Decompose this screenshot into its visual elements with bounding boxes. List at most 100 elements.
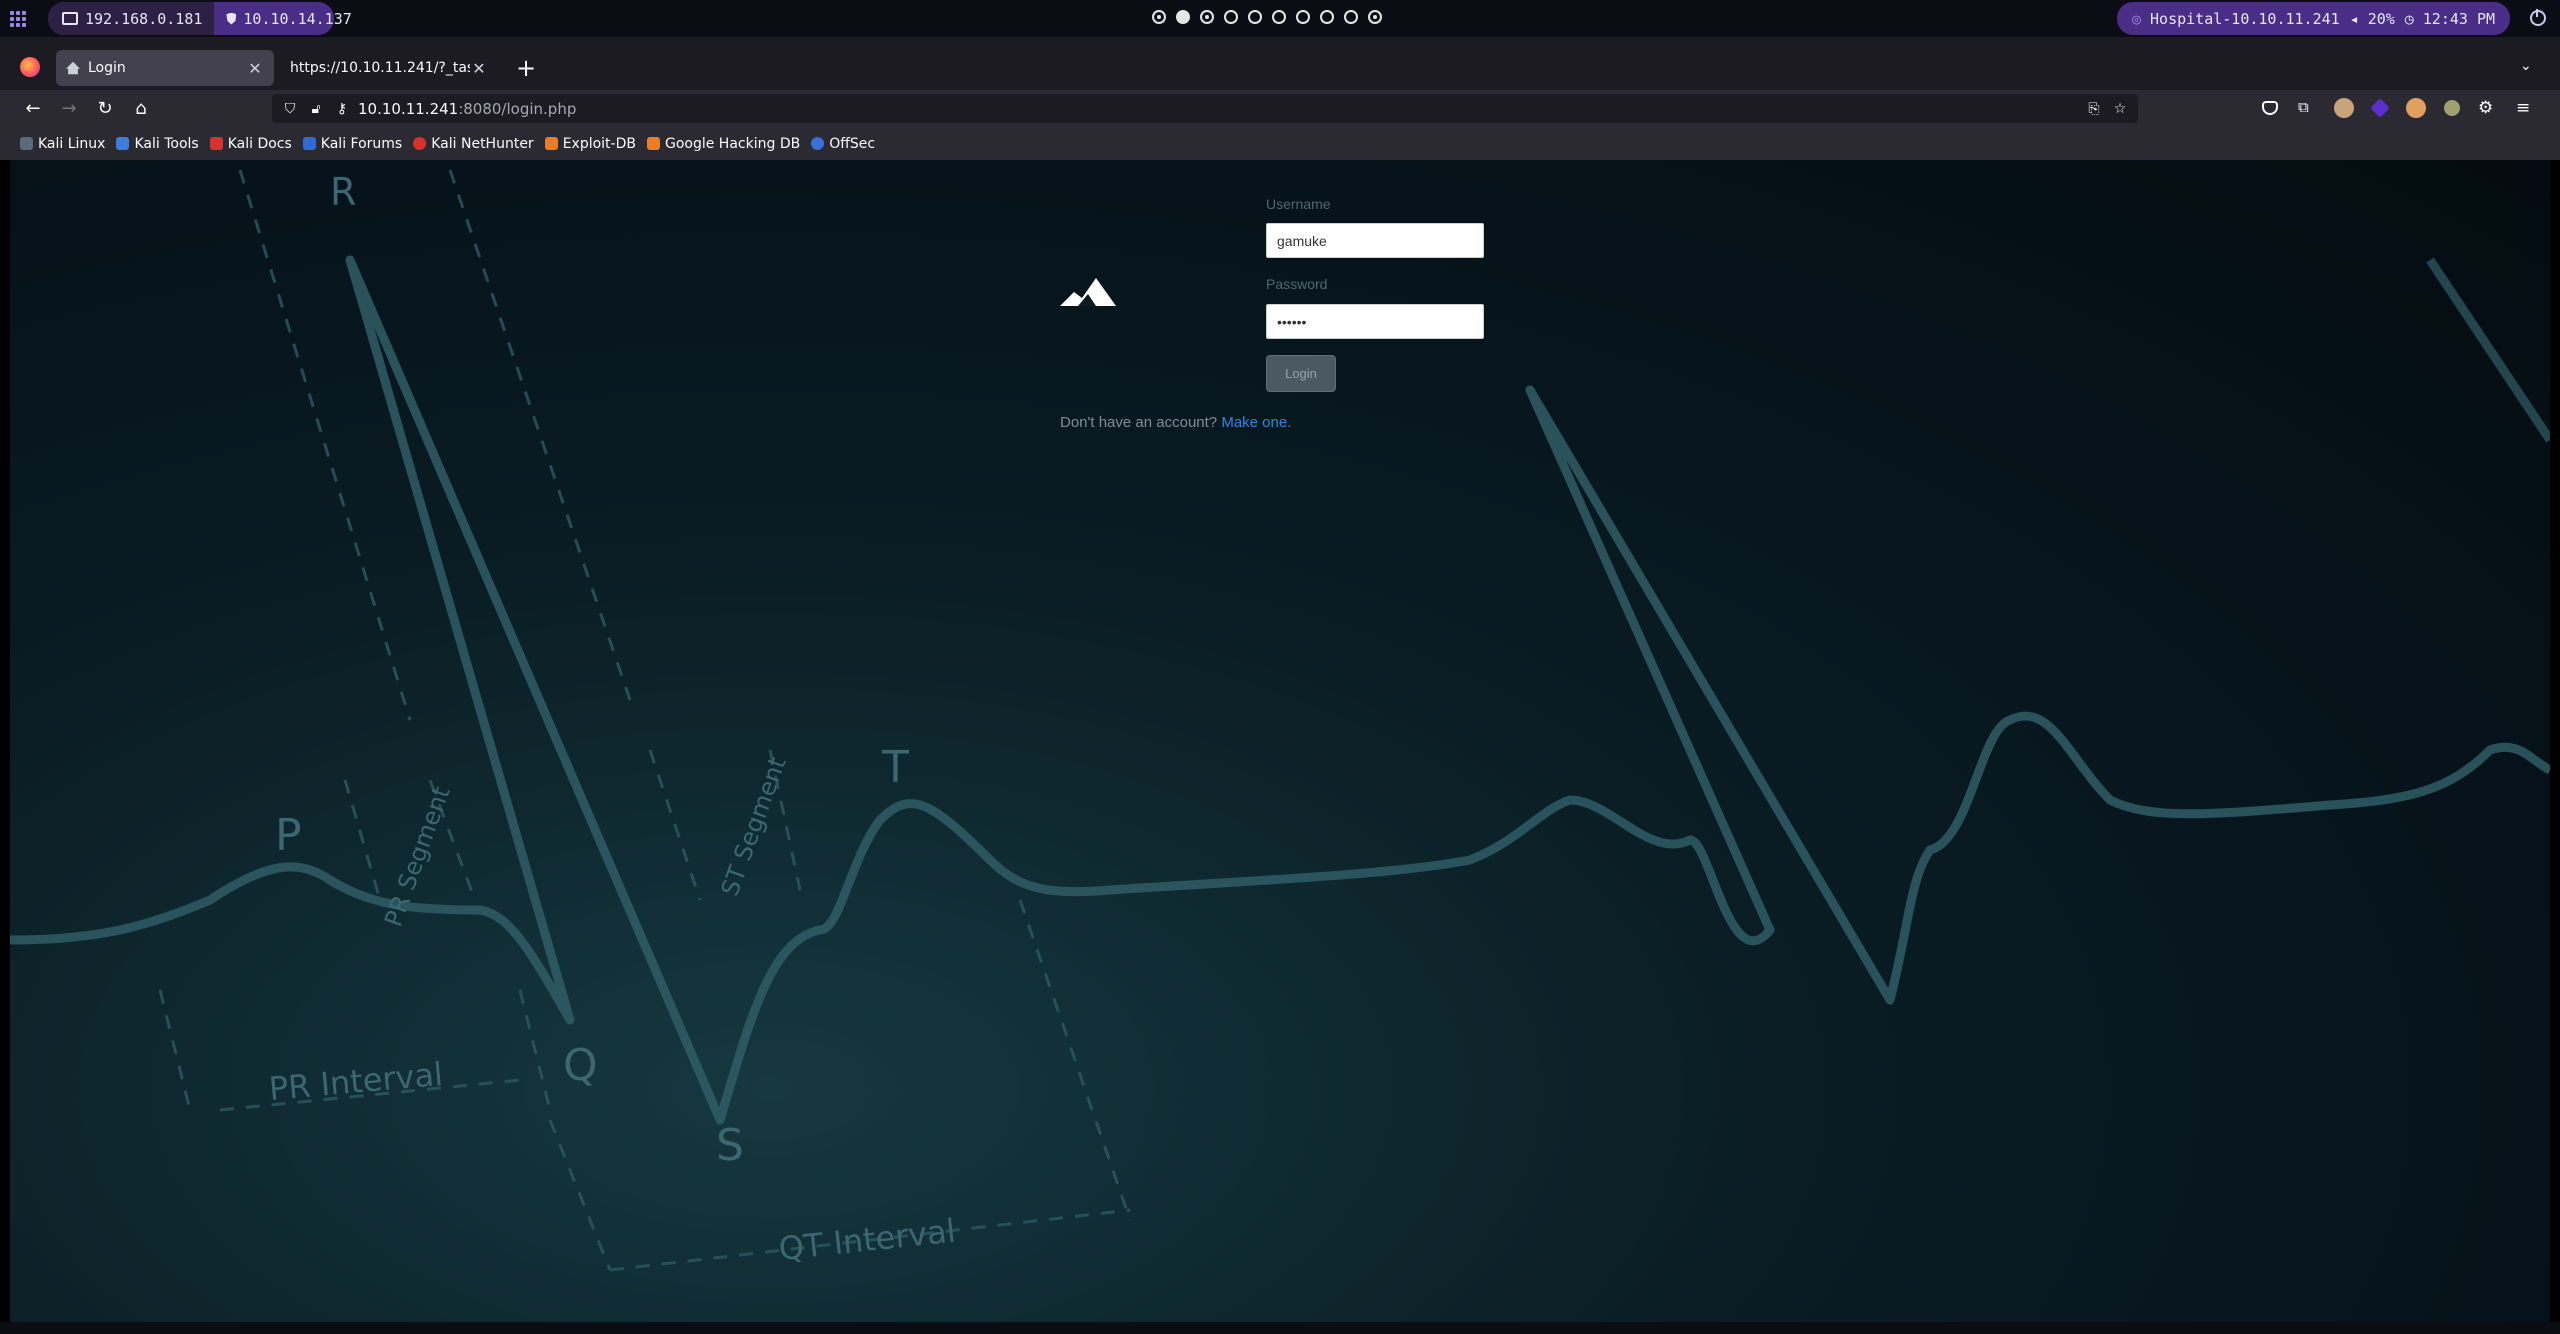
target-status: ◎ Hospital-10.10.11.241 [2132, 10, 2340, 28]
login-button[interactable]: Login [1266, 355, 1336, 392]
back-button[interactable]: ← [20, 96, 46, 122]
bookmark-label: Kali Forums [320, 135, 403, 152]
bookmark-label: Google Hacking DB [664, 135, 801, 152]
bookmark-kali-tools[interactable]: Kali Tools [116, 135, 199, 152]
hamburger-menu-icon[interactable]: ≡ [2516, 98, 2536, 118]
workspace-indicators[interactable] [1152, 10, 1382, 28]
home-button[interactable]: ⌂ [128, 96, 154, 122]
tracking-protection-icon[interactable]: ⛉ [282, 101, 298, 117]
bookmark-label: Exploit-DB [562, 135, 636, 152]
extensions-icon[interactable]: ⧉ [2298, 98, 2318, 118]
home-favicon-icon [66, 61, 80, 75]
bookmark-label: Kali NetHunter [431, 135, 534, 152]
clock-text: 12:43 PM [2422, 9, 2496, 28]
translate-icon[interactable]: ⎘ [2086, 101, 2102, 117]
bookmark-label: OffSec [829, 135, 876, 152]
ecg-label-st-segment: ST Segment [716, 753, 792, 899]
key-icon[interactable]: ⚷ [334, 101, 350, 117]
workspace-7[interactable] [1296, 10, 1310, 24]
clock-icon: ◷ [2404, 9, 2414, 28]
kali-forums-icon [302, 137, 316, 150]
bookmark-kali-forums[interactable]: Kali Forums [302, 135, 403, 152]
volume-status[interactable]: ◂ 20% [2350, 10, 2395, 28]
url-path: :8080/login.php [458, 99, 577, 118]
extension-wappalyzer-icon[interactable] [2444, 100, 2460, 116]
kali-dragon-icon [20, 137, 33, 150]
close-tab-icon[interactable]: ✕ [246, 59, 264, 78]
local-ip-text: 192.168.0.181 [85, 9, 203, 28]
monitor-icon [62, 12, 78, 25]
firefox-view-icon[interactable] [20, 57, 40, 77]
workspace-8[interactable] [1320, 10, 1334, 24]
network-pill: 192.168.0.181 10.10.14.137 [48, 2, 352, 35]
vpn-ip: 10.10.14.137 [214, 2, 363, 35]
bookmark-star-icon[interactable]: ☆ [2112, 101, 2128, 117]
username-label: Username [1266, 196, 1331, 212]
ecg-label-s: S [716, 1120, 744, 1171]
kali-docs-icon [209, 137, 223, 150]
ecg-label-t: T [881, 742, 909, 793]
vpn-ip-text: 10.10.14.137 [243, 9, 352, 28]
workspace-9[interactable] [1344, 10, 1358, 24]
ghdb-icon [646, 137, 660, 150]
local-ip: 192.168.0.181 [48, 2, 215, 35]
extension-face-icon[interactable] [2334, 98, 2354, 118]
tab-title: https://10.10.11.241/?_task=lo [290, 60, 470, 76]
extension-cookie-icon[interactable] [2406, 98, 2426, 118]
bookmarks-toolbar: Kali Linux Kali Tools Kali Docs Kali For… [0, 127, 2560, 160]
signup-prompt: Don't have an account? Make one. [1060, 414, 1291, 431]
new-tab-button[interactable]: + [512, 54, 540, 82]
workspace-10[interactable] [1368, 10, 1382, 24]
bookmark-exploit-db[interactable]: Exploit-DB [544, 135, 636, 152]
signup-link[interactable]: Make one. [1221, 414, 1291, 431]
workspace-3[interactable] [1200, 10, 1214, 24]
offsec-icon [811, 137, 825, 150]
bookmark-kali-nethunter[interactable]: Kali NetHunter [413, 135, 534, 152]
mountain-logo-icon [1060, 278, 1116, 306]
reload-button[interactable]: ↻ [92, 96, 118, 122]
workspace-5[interactable] [1248, 10, 1262, 24]
bookmark-google-hacking-db[interactable]: Google Hacking DB [646, 135, 801, 152]
username-input[interactable] [1266, 223, 1484, 258]
browser-frame [0, 37, 2560, 50]
ecg-label-q: Q [563, 1040, 598, 1091]
list-tabs-icon[interactable]: ⌄ [2520, 58, 2540, 78]
volume-icon: ◂ [2349, 9, 2359, 28]
workspace-4[interactable] [1224, 10, 1238, 24]
tab-title: Login [88, 60, 126, 76]
bookmark-label: Kali Linux [38, 135, 106, 152]
shield-icon [226, 12, 237, 25]
ecg-label-pr-interval: PR Interval [267, 1055, 444, 1108]
ecg-label-r: R [330, 170, 356, 214]
workspace-6[interactable] [1272, 10, 1286, 24]
clock: ◷ 12:43 PM [2405, 10, 2495, 28]
volume-text: 20% [2367, 9, 2395, 28]
close-tab-icon[interactable]: ✕ [470, 59, 488, 78]
password-label: Password [1266, 276, 1328, 292]
ecg-label-p: P [275, 810, 302, 861]
bottom-frame [0, 1322, 2560, 1334]
password-input[interactable] [1266, 304, 1484, 339]
nethunter-icon [413, 137, 427, 150]
workspace-1[interactable] [1152, 10, 1166, 24]
url-host: 10.10.11.241 [358, 99, 459, 118]
bookmark-label: Kali Docs [227, 135, 292, 152]
exploit-db-icon [544, 137, 558, 150]
power-icon[interactable] [2530, 9, 2546, 26]
bookmark-kali-docs[interactable]: Kali Docs [209, 135, 292, 152]
lock-icon[interactable]: 🔓︎ [308, 101, 324, 117]
bookmark-kali-linux[interactable]: Kali Linux [20, 136, 105, 152]
target-icon: ◎ [2131, 9, 2141, 28]
tab-login[interactable]: Login ✕ [56, 50, 274, 86]
forward-button[interactable]: → [56, 96, 82, 122]
ecg-label-qt-interval: QT Interval [777, 1212, 957, 1268]
workspace-2[interactable] [1176, 10, 1190, 24]
status-pill: ◎ Hospital-10.10.11.241 ◂ 20% ◷ 12:43 PM [2117, 2, 2510, 35]
bookmark-label: Kali Tools [134, 135, 199, 152]
kali-tools-icon [116, 137, 130, 150]
url-bar[interactable]: ⛉ 🔓︎ ⚷ 10.10.11.241:8080/login.php ⎘ ☆ [272, 94, 2138, 123]
tab-webmail[interactable]: https://10.10.11.241/?_task=lo ✕ [280, 50, 498, 86]
app-menu-icon[interactable] [10, 11, 26, 27]
settings-gear-icon[interactable]: ⚙ [2478, 98, 2498, 118]
bookmark-offsec[interactable]: OffSec [811, 136, 875, 152]
